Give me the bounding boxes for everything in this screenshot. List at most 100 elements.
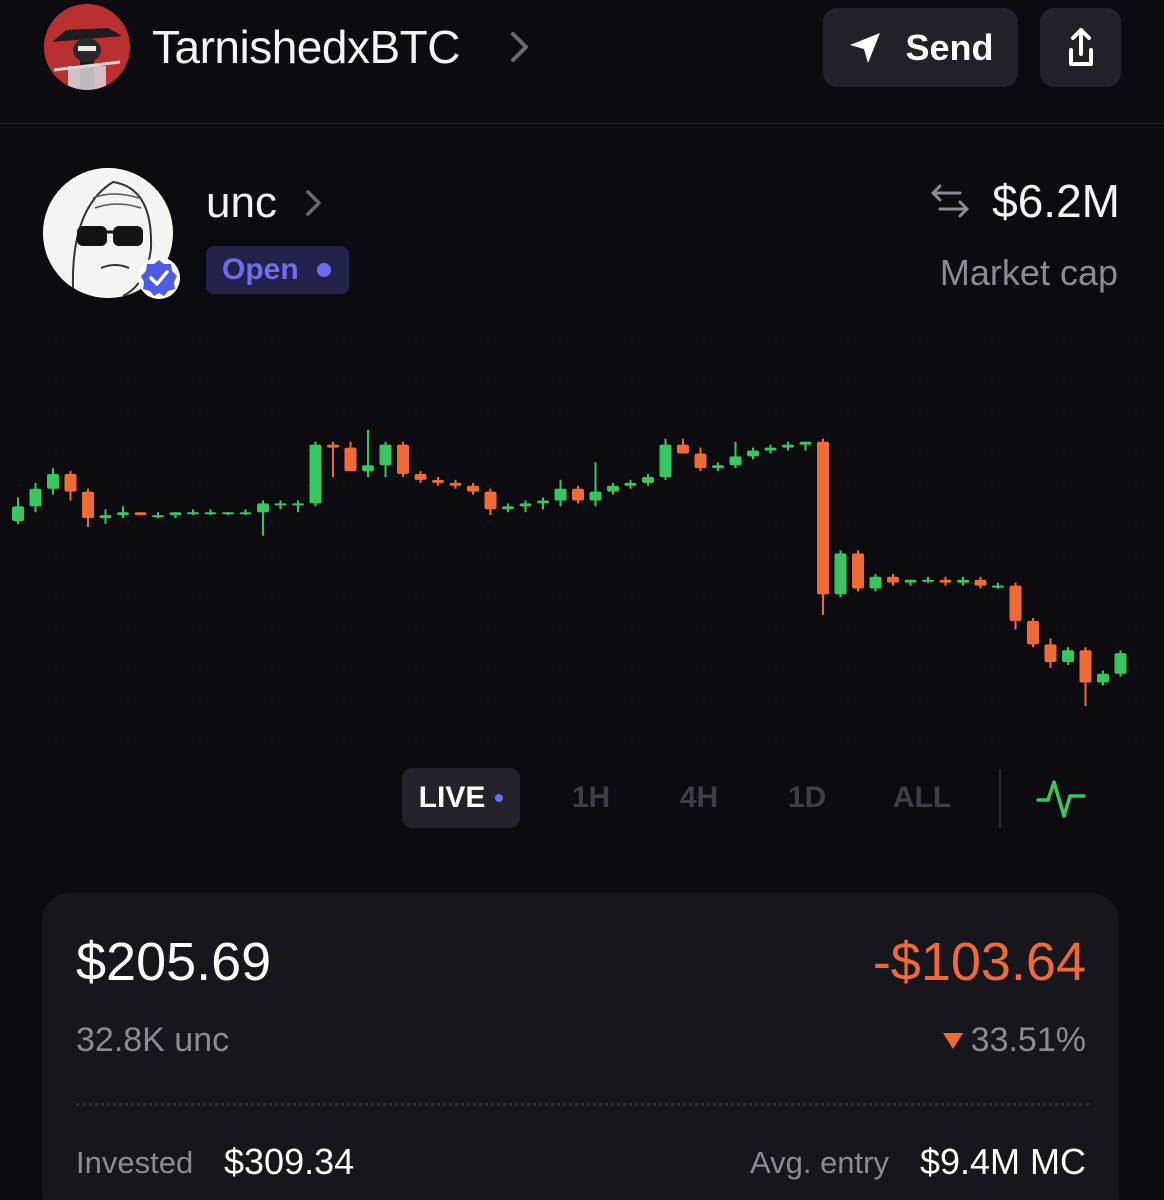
grid-dot [1027,701,1029,703]
candle-body [47,474,59,489]
verified-check-icon [138,257,180,299]
grid-dot [1135,665,1137,667]
grid-dot [523,665,525,667]
candle-body [852,553,864,589]
grid-dot [19,341,21,343]
grid-dot [1063,701,1065,703]
token-name[interactable]: unc [206,178,277,228]
tab-1h[interactable]: 1H [556,768,626,828]
grid-dot [19,701,21,703]
grid-dot [271,665,273,667]
candle-body [239,512,252,515]
grid-dot [811,593,813,595]
grid-dot [235,737,237,739]
price-candlestick-chart[interactable] [0,330,1164,750]
grid-dot [811,557,813,559]
grid-dot [703,521,705,523]
grid-dot [235,341,237,343]
grid-dot [883,485,885,487]
grid-dot [235,521,237,523]
swap-arrows-icon[interactable] [930,182,970,220]
grid-dot [667,701,669,703]
send-button[interactable]: Send [823,8,1018,87]
grid-dot [1063,629,1065,631]
grid-dot [703,449,705,451]
grid-dot [955,521,957,523]
grid-dot [811,377,813,379]
candle-body [187,512,199,515]
grid-dot [667,521,669,523]
grid-dot [559,737,561,739]
tab-all[interactable]: ALL [880,768,964,828]
grid-dot [955,377,957,379]
tab-1d[interactable]: 1D [772,768,842,828]
grid-dot [631,521,633,523]
grid-dot [91,521,93,523]
grid-dot [703,413,705,415]
grid-dot [343,485,345,487]
grid-dot [343,521,345,523]
candle-body [607,485,619,492]
candle-body [904,579,917,583]
candle-body [1114,653,1127,674]
grid-dot [1099,701,1101,703]
grid-dot [1063,557,1065,559]
timeframe-tabs: LIVE 1H 4H 1D ALL [0,768,1164,830]
pulse-line-icon[interactable] [1036,774,1086,822]
grid-dot [559,449,561,451]
grid-dot [991,629,993,631]
chevron-right-icon[interactable] [304,188,324,218]
grid-dot [271,701,273,703]
grid-dot [775,665,777,667]
user-avatar[interactable] [44,4,130,90]
grid-dot [379,413,381,415]
grid-dot [739,485,741,487]
grid-dot [379,485,381,487]
tab-4h[interactable]: 4H [664,768,734,828]
share-button[interactable] [1040,8,1121,87]
grid-dot [595,629,597,631]
grid-dot [127,557,129,559]
grid-dot [1063,665,1065,667]
candle-body [397,444,409,475]
grid-dot [163,665,165,667]
grid-dot [379,341,381,343]
grid-dot [523,377,525,379]
grid-dot [703,557,705,559]
grid-dot [739,629,741,631]
grid-dot [55,413,57,415]
grid-dot [919,377,921,379]
grid-dot [1099,449,1101,451]
grid-dot [487,521,489,523]
grid-dot [163,737,165,739]
grid-dot [775,521,777,523]
user-name[interactable]: TarnishedxBTC [152,20,460,74]
grid-dot [487,629,489,631]
grid-dot [451,557,453,559]
chevron-right-icon[interactable] [508,30,532,64]
grid-dot [883,701,885,703]
grid-dot [1099,521,1101,523]
grid-dot [595,341,597,343]
candle-body [449,482,462,486]
grid-dot [811,665,813,667]
grid-dot [127,377,129,379]
candle-body [1079,650,1092,683]
grid-dot [595,557,597,559]
invested-value: $309.34 [224,1141,355,1182]
grid-dot [1027,593,1029,595]
grid-dot [127,485,129,487]
grid-dot [559,593,561,595]
invested-label: Invested [76,1145,194,1180]
grid-dot [703,701,705,703]
grid-dot [379,377,381,379]
candle-body [222,512,234,515]
grid-dot [955,593,957,595]
tab-live-label: LIVE [418,781,486,814]
grid-dot [343,413,345,415]
tab-live[interactable]: LIVE [402,768,520,828]
grid-dot [631,557,633,559]
grid-dot [343,701,345,703]
grid-dot [1099,377,1101,379]
grid-dot [1063,341,1065,343]
